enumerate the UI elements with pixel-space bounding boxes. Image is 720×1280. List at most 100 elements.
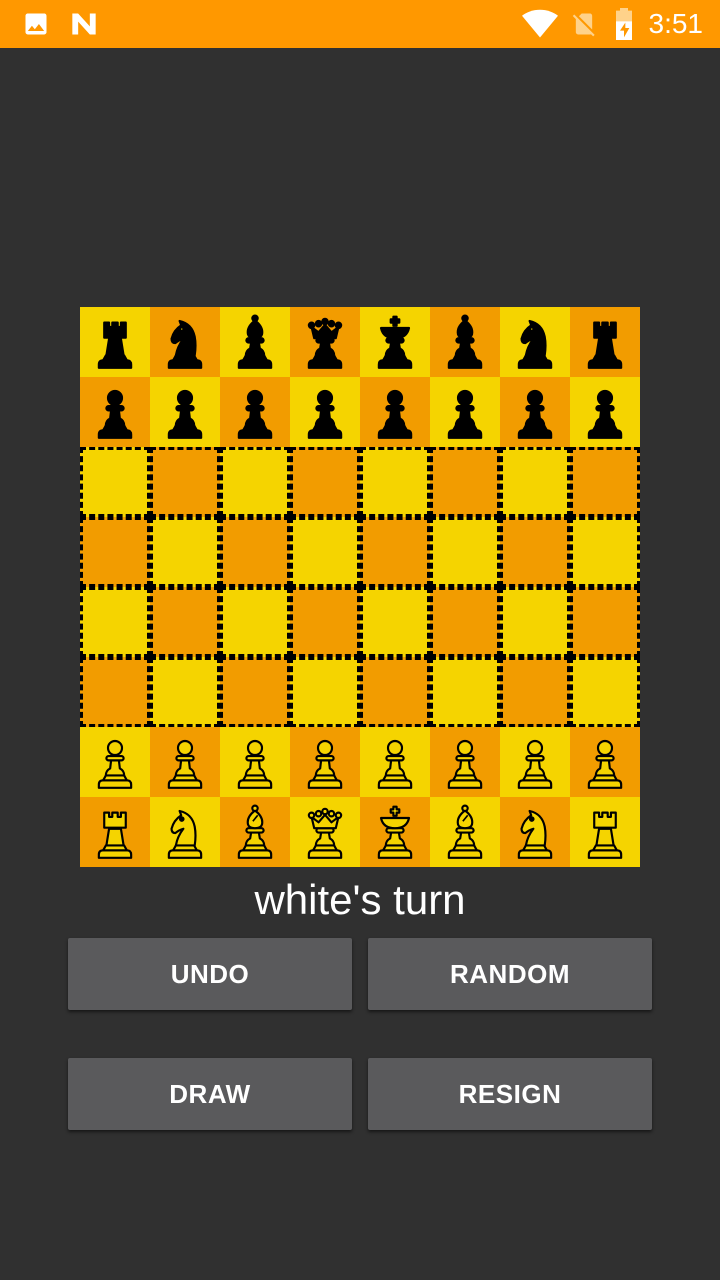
white-pawn-icon (447, 739, 483, 789)
white-bishop-icon (447, 804, 483, 859)
white-bishop-icon (237, 804, 273, 859)
square-d1[interactable] (290, 797, 360, 867)
draw-button[interactable]: DRAW (68, 1058, 352, 1130)
black-king-icon (377, 315, 413, 369)
battery-charging-icon (612, 0, 636, 48)
square-d3[interactable] (290, 657, 360, 727)
square-f8[interactable] (430, 307, 500, 377)
black-pawn-icon (237, 389, 273, 439)
random-button[interactable]: RANDOM (368, 938, 652, 1010)
square-b8[interactable] (150, 307, 220, 377)
square-e1[interactable] (360, 797, 430, 867)
resign-button[interactable]: RESIGN (368, 1058, 652, 1130)
square-c7[interactable] (220, 377, 290, 447)
square-a1[interactable] (80, 797, 150, 867)
square-h4[interactable] (570, 587, 640, 657)
square-d7[interactable] (290, 377, 360, 447)
square-c5[interactable] (220, 517, 290, 587)
status-time: 3:51 (648, 8, 704, 39)
square-c4[interactable] (220, 587, 290, 657)
white-rook-icon (97, 811, 133, 859)
square-g7[interactable] (500, 377, 570, 447)
square-a2[interactable] (80, 727, 150, 797)
square-a4[interactable] (80, 587, 150, 657)
square-c8[interactable] (220, 307, 290, 377)
black-bishop-icon (237, 314, 273, 369)
square-e2[interactable] (360, 727, 430, 797)
square-h5[interactable] (570, 517, 640, 587)
square-f7[interactable] (430, 377, 500, 447)
square-b4[interactable] (150, 587, 220, 657)
square-h6[interactable] (570, 447, 640, 517)
turn-indicator: white's turn (254, 876, 466, 923)
undo-button[interactable]: UNDO (68, 938, 352, 1010)
square-e8[interactable] (360, 307, 430, 377)
square-h1[interactable] (570, 797, 640, 867)
black-bishop-icon (447, 314, 483, 369)
black-knight-icon (517, 319, 553, 369)
status-bar: 3:51 (0, 0, 720, 48)
square-f1[interactable] (430, 797, 500, 867)
chess-board[interactable] (80, 307, 640, 867)
square-d8[interactable] (290, 307, 360, 377)
black-queen-icon (307, 317, 343, 369)
black-knight-icon (167, 319, 203, 369)
square-e3[interactable] (360, 657, 430, 727)
square-c2[interactable] (220, 727, 290, 797)
white-pawn-icon (517, 739, 553, 789)
square-g2[interactable] (500, 727, 570, 797)
square-f2[interactable] (430, 727, 500, 797)
square-g3[interactable] (500, 657, 570, 727)
square-c3[interactable] (220, 657, 290, 727)
square-h7[interactable] (570, 377, 640, 447)
white-pawn-icon (377, 739, 413, 789)
square-h3[interactable] (570, 657, 640, 727)
black-pawn-icon (167, 389, 203, 439)
square-d6[interactable] (290, 447, 360, 517)
square-a5[interactable] (80, 517, 150, 587)
black-pawn-icon (587, 389, 623, 439)
square-g5[interactable] (500, 517, 570, 587)
square-b5[interactable] (150, 517, 220, 587)
white-knight-icon (517, 809, 553, 859)
white-pawn-icon (587, 739, 623, 789)
square-b3[interactable] (150, 657, 220, 727)
white-queen-icon (307, 807, 343, 859)
black-pawn-icon (97, 389, 133, 439)
square-e6[interactable] (360, 447, 430, 517)
black-pawn-icon (447, 389, 483, 439)
square-b2[interactable] (150, 727, 220, 797)
white-king-icon (377, 805, 413, 859)
square-a7[interactable] (80, 377, 150, 447)
square-b6[interactable] (150, 447, 220, 517)
square-d2[interactable] (290, 727, 360, 797)
square-g6[interactable] (500, 447, 570, 517)
square-d4[interactable] (290, 587, 360, 657)
square-h2[interactable] (570, 727, 640, 797)
square-a8[interactable] (80, 307, 150, 377)
square-c6[interactable] (220, 447, 290, 517)
square-g4[interactable] (500, 587, 570, 657)
black-rook-icon (97, 321, 133, 369)
square-g1[interactable] (500, 797, 570, 867)
square-h8[interactable] (570, 307, 640, 377)
square-d5[interactable] (290, 517, 360, 587)
square-g8[interactable] (500, 307, 570, 377)
black-pawn-icon (377, 389, 413, 439)
white-pawn-icon (237, 739, 273, 789)
square-e4[interactable] (360, 587, 430, 657)
square-f3[interactable] (430, 657, 500, 727)
square-f5[interactable] (430, 517, 500, 587)
square-e7[interactable] (360, 377, 430, 447)
white-pawn-icon (167, 739, 203, 789)
square-f4[interactable] (430, 587, 500, 657)
square-b1[interactable] (150, 797, 220, 867)
white-rook-icon (587, 811, 623, 859)
square-e5[interactable] (360, 517, 430, 587)
square-c1[interactable] (220, 797, 290, 867)
square-b7[interactable] (150, 377, 220, 447)
square-a6[interactable] (80, 447, 150, 517)
white-pawn-icon (97, 739, 133, 789)
square-a3[interactable] (80, 657, 150, 727)
square-f6[interactable] (430, 447, 500, 517)
